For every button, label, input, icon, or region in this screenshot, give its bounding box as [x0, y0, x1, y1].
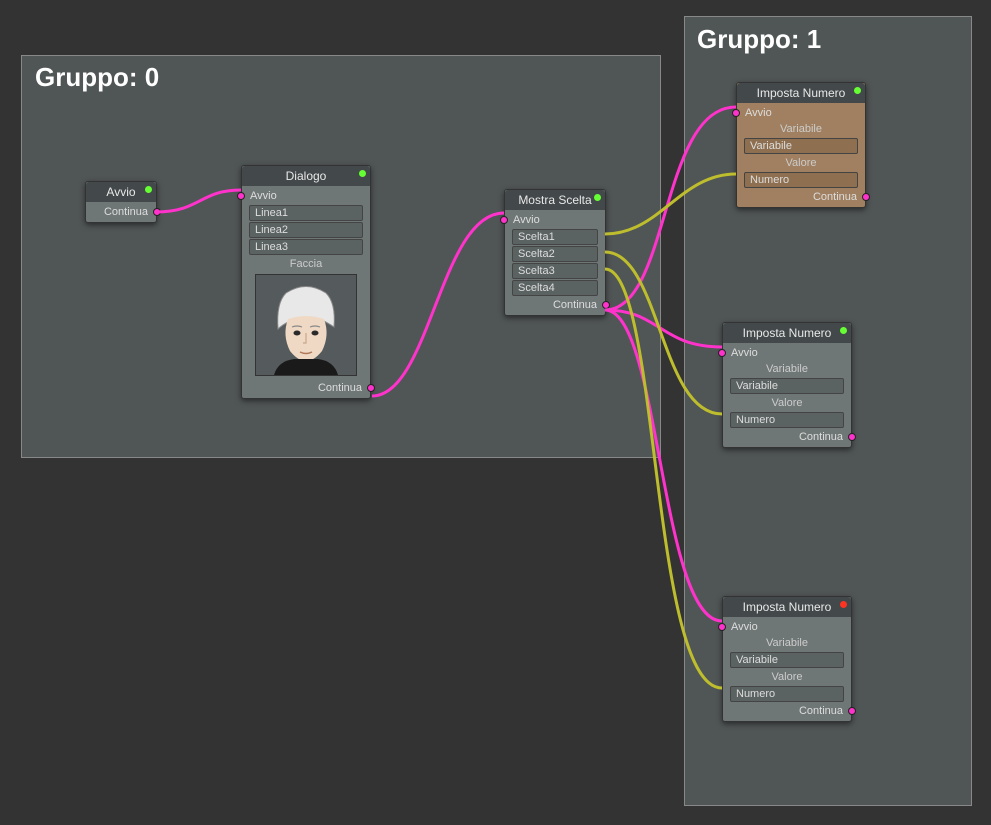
port-label: Continua — [104, 206, 148, 218]
port-label: Continua — [553, 299, 597, 311]
node-header[interactable]: Avvio — [86, 182, 156, 202]
port-label: Avvio — [513, 214, 540, 226]
port-label: Avvio — [745, 107, 772, 119]
socket-in-icon[interactable] — [237, 192, 245, 200]
status-dot-icon — [594, 194, 601, 201]
group-title-0: Gruppo: 0 — [35, 62, 159, 93]
port-continua: Continua — [86, 204, 156, 220]
socket-in-icon[interactable] — [732, 109, 740, 117]
socket-in-icon[interactable] — [500, 216, 508, 224]
port-label: Avvio — [731, 347, 758, 359]
field-variabile[interactable]: Variabile — [730, 378, 844, 394]
node-imposta-numero-3[interactable]: Imposta Numero Avvio Variabile Variabile… — [722, 596, 852, 722]
port-label: Continua — [813, 191, 857, 203]
socket-in-icon[interactable] — [718, 349, 726, 357]
field-scelta3[interactable]: Scelta3 — [512, 263, 598, 279]
socket-out-icon[interactable] — [153, 208, 161, 216]
node-mostra-scelta[interactable]: Mostra Scelta Avvio Scelta1 Scelta2 Scel… — [504, 189, 606, 316]
status-dot-icon — [359, 170, 366, 177]
node-header[interactable]: Dialogo — [242, 166, 370, 186]
port-avvio: Avvio — [723, 619, 851, 635]
port-continua: Continua — [242, 380, 370, 396]
port-continua: Continua — [737, 189, 865, 205]
field-numero[interactable]: Numero — [730, 686, 844, 702]
field-scelta1[interactable]: Scelta1 — [512, 229, 598, 245]
label-valore: Valore — [737, 155, 865, 171]
label-faccia: Faccia — [242, 256, 370, 272]
socket-out-icon[interactable] — [862, 193, 870, 201]
socket-in-icon[interactable] — [718, 623, 726, 631]
port-label: Continua — [318, 382, 362, 394]
socket-out-icon[interactable] — [848, 707, 856, 715]
label-valore: Valore — [723, 395, 851, 411]
node-title: Imposta Numero — [743, 600, 832, 614]
node-header[interactable]: Imposta Numero — [723, 597, 851, 617]
port-continua: Continua — [723, 429, 851, 445]
field-scelta4[interactable]: Scelta4 — [512, 280, 598, 296]
status-dot-icon — [145, 186, 152, 193]
node-title: Imposta Numero — [757, 86, 846, 100]
field-linea2[interactable]: Linea2 — [249, 222, 363, 238]
port-label: Avvio — [731, 621, 758, 633]
node-header[interactable]: Imposta Numero — [737, 83, 865, 103]
node-title: Dialogo — [286, 169, 327, 183]
field-linea1[interactable]: Linea1 — [249, 205, 363, 221]
group-title-1: Gruppo: 1 — [697, 24, 821, 55]
port-avvio: Avvio — [723, 345, 851, 361]
node-header[interactable]: Mostra Scelta — [505, 190, 605, 210]
socket-out-icon[interactable] — [848, 433, 856, 441]
port-continua: Continua — [723, 703, 851, 719]
field-scelta2[interactable]: Scelta2 — [512, 246, 598, 262]
label-valore: Valore — [723, 669, 851, 685]
port-avvio: Avvio — [242, 188, 370, 204]
label-variabile: Variabile — [723, 635, 851, 651]
node-imposta-numero-1[interactable]: Imposta Numero Avvio Variabile Variabile… — [736, 82, 866, 208]
status-dot-icon — [840, 327, 847, 334]
field-numero[interactable]: Numero — [730, 412, 844, 428]
socket-out-icon[interactable] — [367, 384, 375, 392]
field-variabile[interactable]: Variabile — [730, 652, 844, 668]
node-imposta-numero-2[interactable]: Imposta Numero Avvio Variabile Variabile… — [722, 322, 852, 448]
port-label: Continua — [799, 431, 843, 443]
node-dialogo[interactable]: Dialogo Avvio Linea1 Linea2 Linea3 Facci… — [241, 165, 371, 399]
node-header[interactable]: Imposta Numero — [723, 323, 851, 343]
label-variabile: Variabile — [737, 121, 865, 137]
node-title: Avvio — [106, 185, 135, 199]
node-title: Imposta Numero — [743, 326, 832, 340]
socket-out-icon[interactable] — [602, 301, 610, 309]
field-numero[interactable]: Numero — [744, 172, 858, 188]
node-title: Mostra Scelta — [518, 193, 591, 207]
status-dot-icon — [840, 601, 847, 608]
port-label: Continua — [799, 705, 843, 717]
face-image[interactable] — [255, 274, 357, 376]
label-variabile: Variabile — [723, 361, 851, 377]
port-continua: Continua — [505, 297, 605, 313]
port-label: Avvio — [250, 190, 277, 202]
port-avvio: Avvio — [737, 105, 865, 121]
field-linea3[interactable]: Linea3 — [249, 239, 363, 255]
node-avvio[interactable]: Avvio Continua — [85, 181, 157, 223]
port-avvio: Avvio — [505, 212, 605, 228]
status-dot-icon — [854, 87, 861, 94]
field-variabile[interactable]: Variabile — [744, 138, 858, 154]
